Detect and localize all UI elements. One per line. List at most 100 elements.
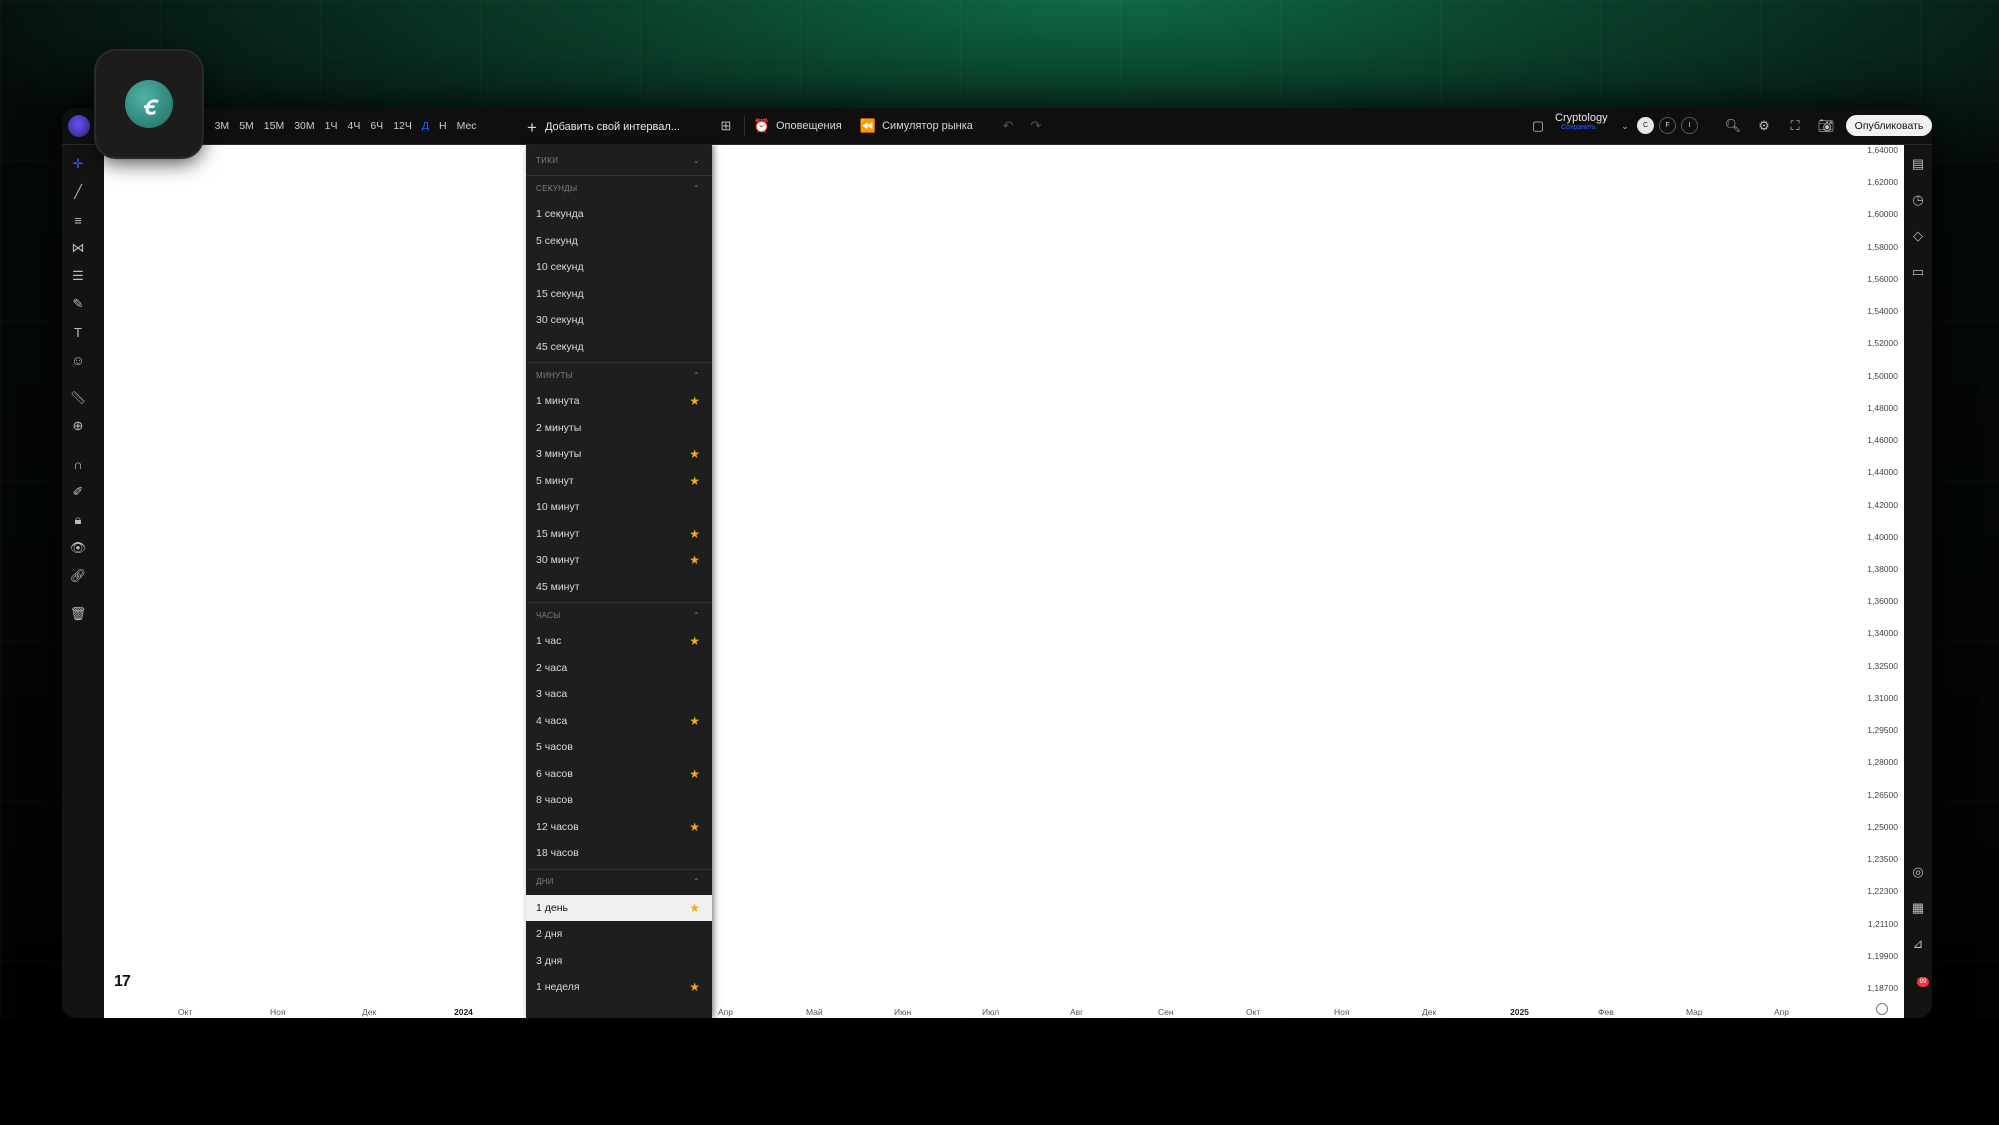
favorite-star-icon[interactable]: ★ bbox=[689, 474, 700, 488]
chat-icon[interactable]: ▭ bbox=[1909, 263, 1927, 281]
emoji-icon[interactable]: ☺ bbox=[69, 351, 87, 369]
ruler-icon[interactable]: 📏︎ bbox=[69, 389, 87, 407]
add-custom-interval-button[interactable]: + Добавить свой интервал... bbox=[527, 116, 680, 138]
interval-option[interactable]: 8 часов bbox=[526, 787, 712, 813]
interval-option[interactable]: 6 часов ★ bbox=[526, 761, 712, 787]
replay-button[interactable]: ⏪ Симулятор рынка bbox=[860, 116, 973, 136]
interval-option[interactable]: 45 секунд bbox=[526, 334, 712, 360]
magnet-icon[interactable]: ∩ bbox=[69, 455, 87, 473]
interval-option[interactable]: 30 минут ★ bbox=[526, 547, 712, 573]
interval-button[interactable]: 15М bbox=[264, 120, 284, 132]
interval-option[interactable]: 1 секунда bbox=[526, 201, 712, 227]
dropdown-section-header[interactable]: тики ⌄ bbox=[526, 149, 712, 171]
layout-grid-button[interactable]: ⊞ bbox=[718, 116, 734, 136]
dropdown-section-header[interactable]: секунды ⌃ bbox=[526, 177, 712, 199]
dropdown-section-header[interactable]: дни ⌃ bbox=[526, 871, 712, 893]
zoom-in-icon[interactable]: ⊕ bbox=[69, 417, 87, 435]
interval-option[interactable]: 45 минут bbox=[526, 574, 712, 600]
quick-search-button[interactable]: 🔍︎ bbox=[1725, 116, 1742, 136]
favorite-star-icon[interactable]: ★ bbox=[689, 527, 700, 541]
interval-option[interactable]: 5 минут ★ bbox=[526, 468, 712, 494]
badge-i-button[interactable]: I bbox=[1681, 117, 1698, 134]
interval-option[interactable]: 5 секунд bbox=[526, 228, 712, 254]
brush-icon[interactable]: ✎ bbox=[69, 295, 87, 313]
interval-option[interactable]: 3 часа bbox=[526, 681, 712, 707]
interval-option[interactable]: 5 часов bbox=[526, 734, 712, 760]
interval-option[interactable]: 1 час ★ bbox=[526, 628, 712, 654]
trash-icon[interactable]: 🗑︎ bbox=[69, 605, 87, 623]
interval-button[interactable]: 12Ч bbox=[393, 120, 412, 132]
interval-button[interactable]: 30М bbox=[294, 120, 314, 132]
interval-button[interactable]: 3М bbox=[215, 120, 230, 132]
interval-button[interactable]: 6Ч bbox=[370, 120, 383, 132]
favorite-star-icon[interactable]: ★ bbox=[689, 553, 700, 567]
layers-icon[interactable]: ◇ bbox=[1909, 227, 1927, 245]
stay-drawing-icon[interactable]: ✐ bbox=[69, 483, 87, 501]
favorite-star-icon[interactable]: ★ bbox=[689, 447, 700, 461]
chart-flag-icon[interactable]: ⊿ bbox=[1909, 935, 1927, 953]
interval-option[interactable]: 15 секунд bbox=[526, 281, 712, 307]
favorite-star-icon[interactable]: ★ bbox=[689, 394, 700, 408]
badge-f-button[interactable]: F bbox=[1659, 117, 1676, 134]
interval-button[interactable]: 4Ч bbox=[348, 120, 361, 132]
interval-option[interactable]: 4 часа ★ bbox=[526, 708, 712, 734]
interval-option[interactable]: 1 минута ★ bbox=[526, 388, 712, 414]
publish-button[interactable]: Опубликовать bbox=[1846, 115, 1932, 136]
dropdown-section-header[interactable]: часы ⌃ bbox=[526, 604, 712, 626]
settings-button[interactable]: ⚙ bbox=[1756, 116, 1772, 136]
interval-button[interactable]: 1Ч bbox=[325, 120, 338, 132]
favorite-star-icon[interactable]: ★ bbox=[689, 901, 700, 915]
alert-clock-icon[interactable]: ◷ bbox=[1909, 191, 1927, 209]
favorite-star-icon[interactable]: ★ bbox=[689, 634, 700, 648]
alerts-button[interactable]: ⏰ Оповещения bbox=[754, 116, 842, 136]
interval-option[interactable]: 3 минуты ★ bbox=[526, 441, 712, 467]
interval-option[interactable]: 18 часов bbox=[526, 840, 712, 866]
favorite-star-icon[interactable]: ★ bbox=[689, 714, 700, 728]
text-icon[interactable]: T bbox=[69, 323, 87, 341]
interval-option[interactable]: 30 секунд bbox=[526, 307, 712, 333]
interval-option[interactable]: 10 минут bbox=[526, 494, 712, 520]
interval-button[interactable]: Д bbox=[422, 120, 429, 132]
redo-button[interactable]: ↷ bbox=[1028, 116, 1044, 136]
interval-option[interactable]: 3 дня bbox=[526, 948, 712, 974]
screenshot-button[interactable]: 📷︎ bbox=[1818, 116, 1835, 136]
link-icon[interactable]: 🔗︎ bbox=[69, 567, 87, 585]
interval-option-label: 2 минуты bbox=[536, 421, 582, 434]
target-icon[interactable]: ◎ bbox=[1909, 863, 1927, 881]
fib-retracement-icon[interactable]: ≡ bbox=[69, 211, 87, 229]
interval-button[interactable]: Мес bbox=[457, 120, 477, 132]
favorite-star-icon[interactable]: ★ bbox=[689, 767, 700, 781]
layout-dropdown-button[interactable]: ⌄ bbox=[1617, 116, 1633, 136]
dropdown-section-header[interactable]: минуты ⌃ bbox=[526, 364, 712, 386]
favorite-star-icon[interactable]: ★ bbox=[689, 820, 700, 834]
layout-name-menu[interactable]: Cryptology Сохранить bbox=[1555, 112, 1625, 140]
lock-icon[interactable]: 🔒︎ bbox=[69, 511, 87, 529]
pattern-icon[interactable]: ⋈ bbox=[69, 239, 87, 257]
interval-option[interactable]: 10 секунд bbox=[526, 254, 712, 280]
interval-option[interactable]: 12 часов ★ bbox=[526, 814, 712, 840]
user-avatar[interactable] bbox=[68, 115, 90, 137]
trend-line-icon[interactable]: ╱ bbox=[69, 183, 87, 201]
chart-area[interactable]: 1,64000 1,62000 1,60000 1,58000 1,56000 1,540… bbox=[104, 145, 1904, 1018]
favorite-star-icon[interactable]: ★ bbox=[689, 980, 700, 994]
badge-c-button[interactable]: C bbox=[1637, 117, 1654, 134]
interval-option[interactable]: 2 минуты bbox=[526, 415, 712, 441]
interval-option[interactable]: 1 неделя ★ bbox=[526, 974, 712, 1000]
interval-option[interactable]: 1 день ★ bbox=[526, 894, 712, 921]
watchlist-icon[interactable]: ▤ bbox=[1909, 155, 1927, 173]
calendar-icon[interactable]: ▦ bbox=[1909, 899, 1927, 917]
tradingview-logo[interactable]: 17 bbox=[114, 973, 131, 991]
eye-icon[interactable]: 👁︎ bbox=[69, 539, 87, 557]
fullscreen-button[interactable]: ⛶ bbox=[1787, 116, 1803, 136]
crosshair-icon[interactable]: ✛ bbox=[69, 155, 87, 173]
interval-button[interactable]: Н bbox=[439, 120, 447, 132]
undo-button[interactable]: ↶ bbox=[1000, 116, 1016, 136]
interval-option[interactable]: 2 дня bbox=[526, 921, 712, 947]
axis-settings-icon[interactable] bbox=[1876, 1003, 1888, 1015]
interval-button[interactable]: 5М bbox=[239, 120, 254, 132]
interval-option[interactable]: 15 минут ★ bbox=[526, 521, 712, 547]
layout-checkbox[interactable]: ▢ bbox=[1530, 116, 1546, 136]
forecast-icon[interactable]: ☰ bbox=[69, 267, 87, 285]
interval-option[interactable]: 2 часа bbox=[526, 655, 712, 681]
price-axis[interactable]: 1,64000 1,62000 1,60000 1,58000 1,56000 1,540… bbox=[1854, 145, 1904, 1018]
